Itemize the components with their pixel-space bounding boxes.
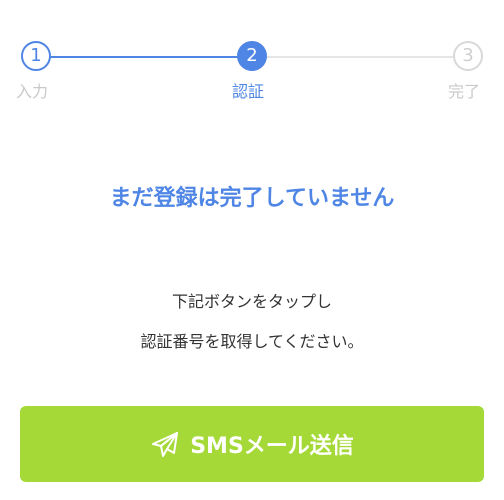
page-headline: まだ登録は完了していません	[109, 186, 395, 211]
step-label: 完了	[448, 82, 481, 101]
step-label: 認証	[232, 82, 265, 101]
step-number-badge: 1	[21, 41, 51, 71]
progress-stepper: 1 入力 2 認証 3 完了	[0, 0, 504, 110]
step-connector-pending	[252, 56, 468, 58]
send-sms-button-label: SMSメール送信	[190, 434, 354, 459]
send-sms-button[interactable]: SMSメール送信	[20, 406, 484, 482]
step-number-badge: 2	[237, 41, 267, 71]
step-label: 入力	[16, 82, 49, 101]
instruction-line: 下記ボタンをタップし	[171, 292, 332, 311]
step-number-badge: 3	[453, 41, 483, 71]
paper-plane-icon	[150, 429, 180, 459]
step-connector-completed	[36, 56, 252, 58]
instruction-text: 下記ボタンをタップし 認証番号を取得してください。	[0, 292, 504, 352]
instruction-line: 認証番号を取得してください。	[140, 332, 364, 351]
